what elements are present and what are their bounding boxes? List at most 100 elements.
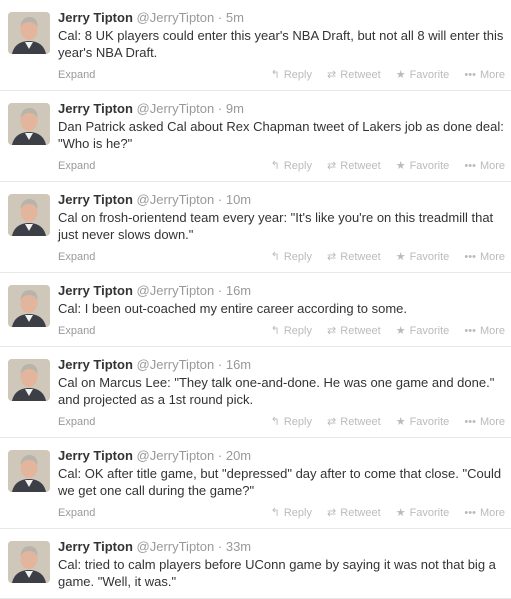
author-name[interactable]: Jerry Tipton — [58, 283, 133, 298]
author-name[interactable]: Jerry Tipton — [58, 10, 133, 25]
favorite-button[interactable]: ★ Favorite — [396, 158, 450, 174]
tweet-actions: ↰ Reply ⇄ Retweet ★ Favorite ••• More — [259, 505, 505, 521]
reply-label: Reply — [283, 160, 312, 172]
reply-button[interactable]: ↰ Reply — [271, 323, 312, 339]
tweet-timestamp[interactable]: 9m — [226, 101, 244, 116]
star-icon: ★ — [395, 251, 406, 263]
more-label: More — [479, 160, 505, 172]
retweet-icon: ⇄ — [327, 251, 337, 263]
author-handle[interactable]: @JerryTipton — [137, 101, 215, 116]
tweet-footer: Expand ↰ Reply ⇄ Retweet ★ Favorite ••• More — [58, 505, 505, 521]
tweet[interactable]: Jerry Tipton @JerryTipton · 20m Cal: OK … — [0, 438, 511, 529]
retweet-button[interactable]: ⇄ Retweet — [327, 249, 381, 265]
avatar-photo — [8, 285, 50, 327]
reply-button[interactable]: ↰ Reply — [271, 67, 312, 83]
favorite-button[interactable]: ★ Favorite — [396, 414, 450, 430]
tweet[interactable]: Jerry Tipton @JerryTipton · 5m Cal: 8 UK… — [0, 0, 511, 91]
author-handle[interactable]: @JerryTipton — [137, 539, 215, 554]
reply-label: Reply — [283, 507, 312, 519]
avatar-photo — [8, 103, 50, 145]
tweet-content: Jerry Tipton @JerryTipton · 9m Dan Patri… — [58, 100, 505, 174]
retweet-icon: ⇄ — [327, 69, 337, 81]
tweet[interactable]: Jerry Tipton @JerryTipton · 16m Cal: I b… — [0, 273, 511, 347]
more-button[interactable]: ••• More — [464, 67, 505, 83]
tweet-text: Dan Patrick asked Cal about Rex Chapman … — [58, 119, 504, 151]
tweet-content: Jerry Tipton @JerryTipton · 33m Cal: tri… — [58, 538, 505, 590]
avatar[interactable] — [8, 12, 50, 54]
favorite-button[interactable]: ★ Favorite — [396, 249, 450, 265]
tweet-footer: Expand ↰ Reply ⇄ Retweet ★ Favorite ••• More — [58, 67, 505, 83]
reply-button[interactable]: ↰ Reply — [271, 249, 312, 265]
retweet-label: Retweet — [340, 325, 381, 337]
author-handle[interactable]: @JerryTipton — [137, 10, 215, 25]
more-button[interactable]: ••• More — [464, 323, 505, 339]
tweet-content: Jerry Tipton @JerryTipton · 10m Cal on f… — [58, 191, 505, 265]
retweet-button[interactable]: ⇄ Retweet — [327, 414, 381, 430]
reply-arrow-icon: ↰ — [270, 69, 280, 81]
tweet-actions: ↰ Reply ⇄ Retweet ★ Favorite ••• More — [259, 67, 505, 83]
avatar[interactable] — [8, 103, 50, 145]
tweet[interactable]: Jerry Tipton @JerryTipton · 33m Cal: tri… — [0, 529, 511, 599]
favorite-button[interactable]: ★ Favorite — [396, 505, 450, 521]
avatar[interactable] — [8, 285, 50, 327]
reply-button[interactable]: ↰ Reply — [271, 505, 312, 521]
expand-link[interactable]: Expand — [58, 67, 95, 83]
more-button[interactable]: ••• More — [464, 158, 505, 174]
author-handle[interactable]: @JerryTipton — [137, 448, 215, 463]
more-button[interactable]: ••• More — [464, 249, 505, 265]
tweet-timestamp[interactable]: 16m — [226, 357, 251, 372]
retweet-button[interactable]: ⇄ Retweet — [327, 158, 381, 174]
avatar[interactable] — [8, 359, 50, 401]
tweet-footer: Expand ↰ Reply ⇄ Retweet ★ Favorite ••• More — [58, 249, 505, 265]
more-button[interactable]: ••• More — [464, 505, 505, 521]
author-handle[interactable]: @JerryTipton — [137, 283, 215, 298]
tweet-timeline: Jerry Tipton @JerryTipton · 5m Cal: 8 UK… — [0, 0, 511, 599]
tweet-timestamp[interactable]: 20m — [226, 448, 251, 463]
tweet-timestamp[interactable]: 10m — [226, 192, 251, 207]
tweet-header: Jerry Tipton @JerryTipton · 10m — [58, 191, 505, 208]
tweet-content: Jerry Tipton @JerryTipton · 16m Cal: I b… — [58, 282, 505, 339]
more-label: More — [479, 251, 505, 263]
tweet[interactable]: Jerry Tipton @JerryTipton · 16m Cal on M… — [0, 347, 511, 438]
tweet-timestamp[interactable]: 5m — [226, 10, 244, 25]
reply-button[interactable]: ↰ Reply — [271, 414, 312, 430]
expand-link[interactable]: Expand — [58, 505, 95, 521]
author-handle[interactable]: @JerryTipton — [137, 192, 215, 207]
expand-link[interactable]: Expand — [58, 158, 95, 174]
tweet-header: Jerry Tipton @JerryTipton · 16m — [58, 282, 505, 299]
reply-label: Reply — [283, 251, 312, 263]
tweet[interactable]: Jerry Tipton @JerryTipton · 9m Dan Patri… — [0, 91, 511, 182]
expand-link[interactable]: Expand — [58, 323, 95, 339]
more-button[interactable]: ••• More — [464, 414, 505, 430]
tweet[interactable]: Jerry Tipton @JerryTipton · 10m Cal on f… — [0, 182, 511, 273]
avatar[interactable] — [8, 450, 50, 492]
favorite-button[interactable]: ★ Favorite — [396, 323, 450, 339]
retweet-icon: ⇄ — [327, 507, 337, 519]
author-name[interactable]: Jerry Tipton — [58, 357, 133, 372]
author-handle[interactable]: @JerryTipton — [137, 357, 215, 372]
avatar[interactable] — [8, 541, 50, 583]
tweet-text: Cal: tried to calm players before UConn … — [58, 557, 496, 589]
author-name[interactable]: Jerry Tipton — [58, 539, 133, 554]
avatar[interactable] — [8, 194, 50, 236]
tweet-content: Jerry Tipton @JerryTipton · 5m Cal: 8 UK… — [58, 9, 505, 83]
ellipsis-icon: ••• — [464, 160, 476, 172]
tweet-timestamp[interactable]: 33m — [226, 539, 251, 554]
author-name[interactable]: Jerry Tipton — [58, 192, 133, 207]
time-separator: · — [217, 283, 223, 298]
retweet-icon: ⇄ — [327, 325, 337, 337]
retweet-label: Retweet — [340, 416, 381, 428]
author-name[interactable]: Jerry Tipton — [58, 448, 133, 463]
author-name[interactable]: Jerry Tipton — [58, 101, 133, 116]
expand-link[interactable]: Expand — [58, 249, 95, 265]
reply-button[interactable]: ↰ Reply — [271, 158, 312, 174]
tweet-timestamp[interactable]: 16m — [226, 283, 251, 298]
retweet-button[interactable]: ⇄ Retweet — [327, 505, 381, 521]
tweet-actions: ↰ Reply ⇄ Retweet ★ Favorite ••• More — [259, 158, 505, 174]
tweet-footer: Expand ↰ Reply ⇄ Retweet ★ Favorite ••• More — [58, 323, 505, 339]
favorite-button[interactable]: ★ Favorite — [396, 67, 450, 83]
retweet-button[interactable]: ⇄ Retweet — [327, 67, 381, 83]
retweet-button[interactable]: ⇄ Retweet — [327, 323, 381, 339]
more-label: More — [479, 325, 505, 337]
expand-link[interactable]: Expand — [58, 414, 95, 430]
